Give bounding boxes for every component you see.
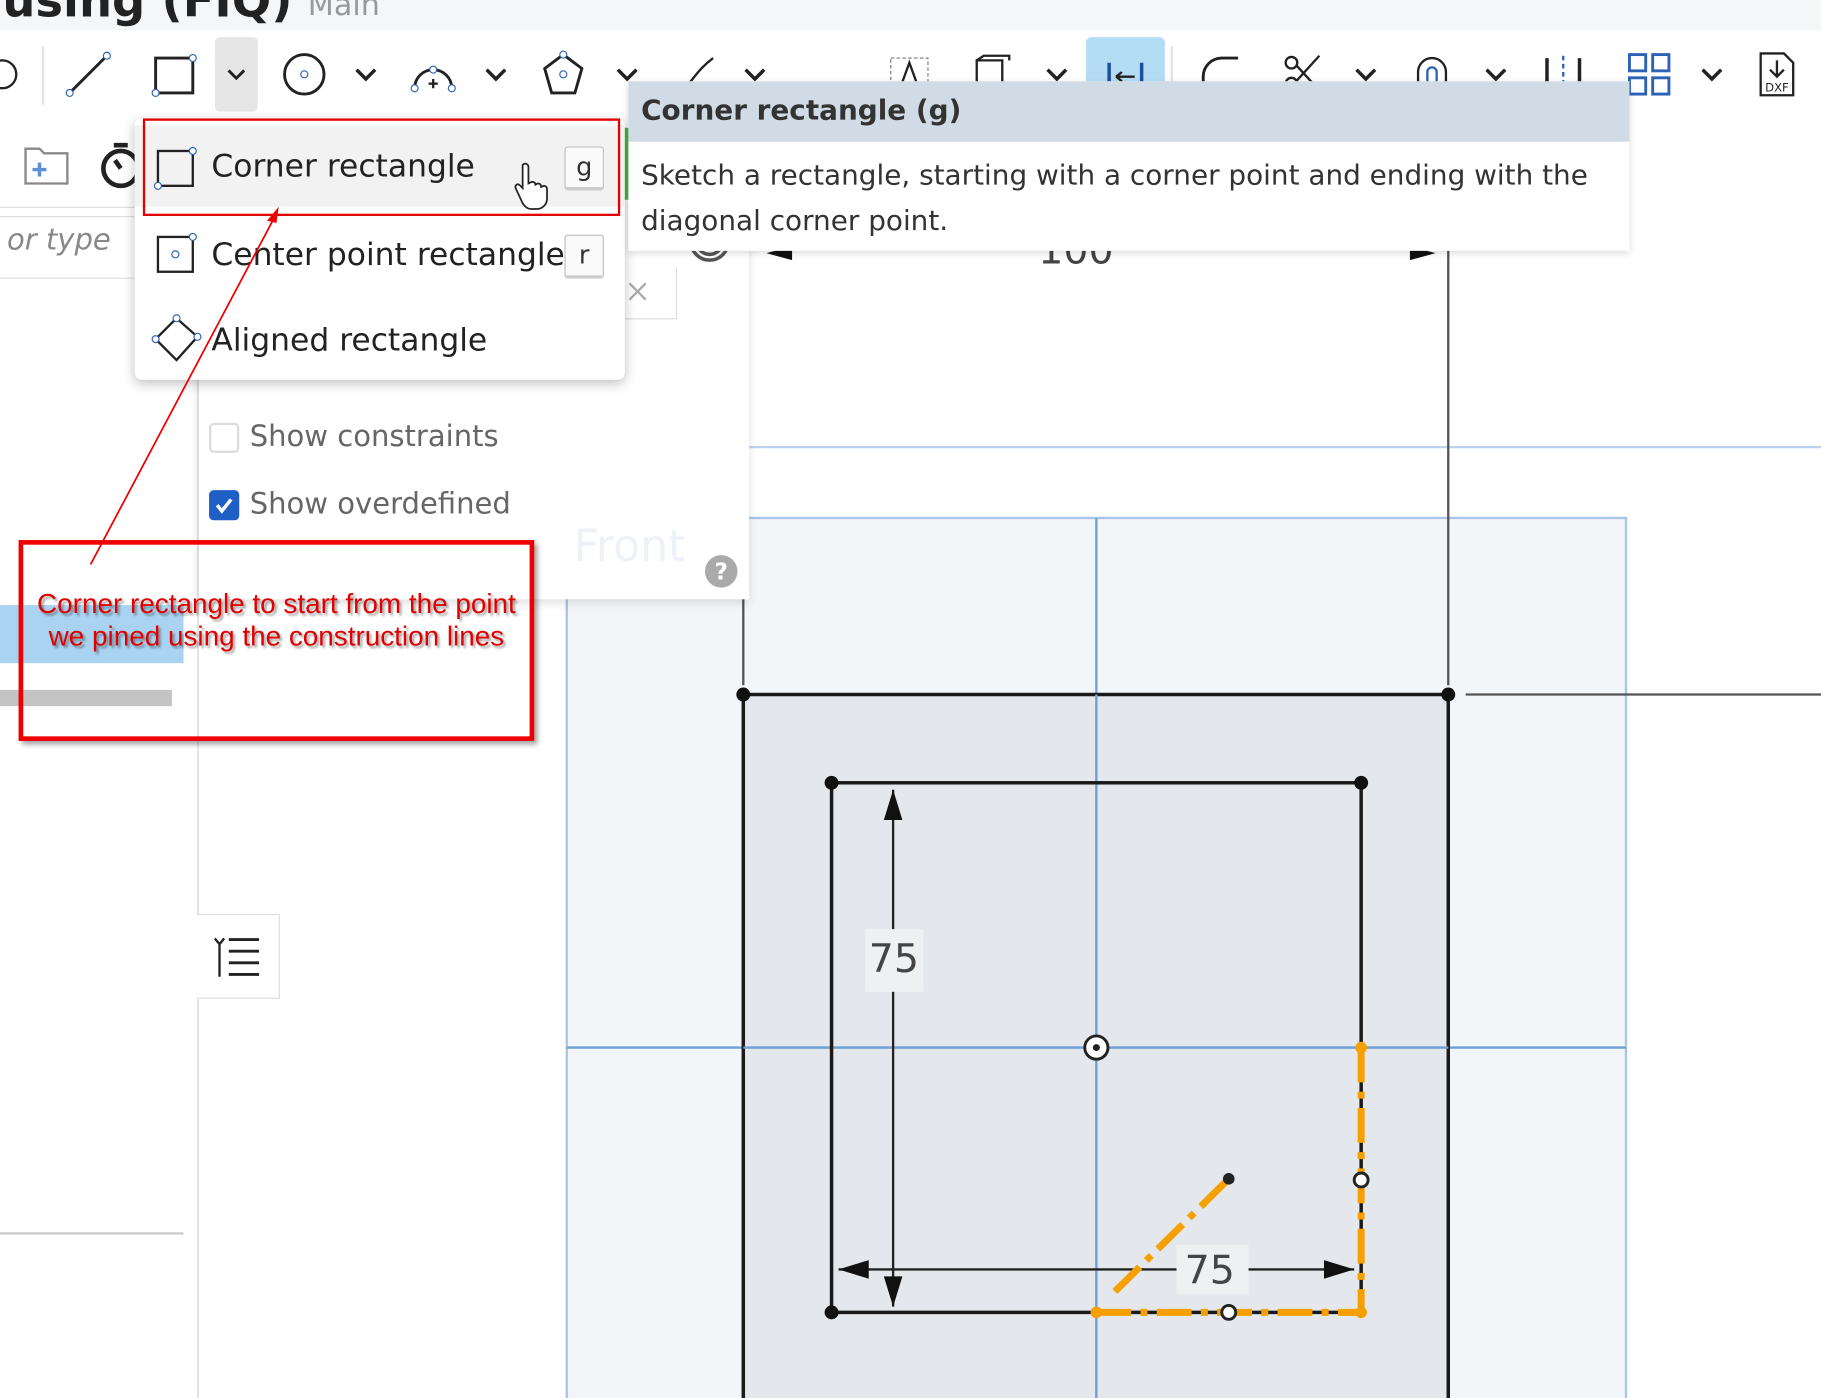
hand-cursor-icon	[511, 160, 550, 211]
dimension-inner-height[interactable]: 75	[869, 936, 919, 982]
plane-label: Front	[573, 520, 686, 572]
sketch-list-button[interactable]	[197, 914, 280, 999]
aligned-rectangle-icon	[151, 314, 202, 362]
annotation-text: Corner rectangle to start from the point…	[37, 588, 516, 653]
focus-indicator	[624, 127, 629, 200]
center-point-rectangle-icon	[156, 232, 197, 273]
menu-item-label: Center point rectangle	[211, 236, 565, 273]
vertex	[1441, 687, 1456, 702]
tooltip: Corner rectangle (g) Sketch a rectangle,…	[628, 81, 1630, 251]
shortcut-badge: r	[564, 234, 604, 279]
vertex	[736, 687, 751, 702]
vertex	[824, 1305, 839, 1320]
show-constraints-checkbox[interactable]	[209, 422, 240, 453]
menu-item-center-point-rectangle[interactable]: Center point rectangle r	[135, 214, 625, 295]
help-icon[interactable]: ?	[704, 555, 738, 588]
annotation-callout: Corner rectangle to start from the point…	[18, 540, 535, 741]
tooltip-title: Corner rectangle (g)	[641, 94, 962, 127]
menu-item-label: Aligned rectangle	[211, 322, 488, 359]
dimension-inner-width[interactable]: 75	[1185, 1247, 1235, 1293]
midpoint	[1352, 1171, 1370, 1189]
vertex	[824, 775, 839, 790]
tooltip-header: Corner rectangle (g)	[628, 81, 1630, 142]
vertex	[1354, 775, 1369, 790]
midpoint	[1220, 1303, 1238, 1321]
show-constraints-label: Show constraints	[249, 419, 499, 453]
menu-item-aligned-rectangle[interactable]: Aligned rectangle	[135, 300, 625, 381]
list-icon	[213, 937, 259, 977]
app-window: using (FIQ) Main DXF or type 75 75 Show …	[0, 0, 1821, 1398]
show-overdefined-label: Show overdefined	[249, 486, 511, 521]
show-overdefined-checkbox[interactable]	[209, 490, 240, 521]
tooltip-body: Sketch a rectangle, starting with a corn…	[641, 159, 1588, 237]
